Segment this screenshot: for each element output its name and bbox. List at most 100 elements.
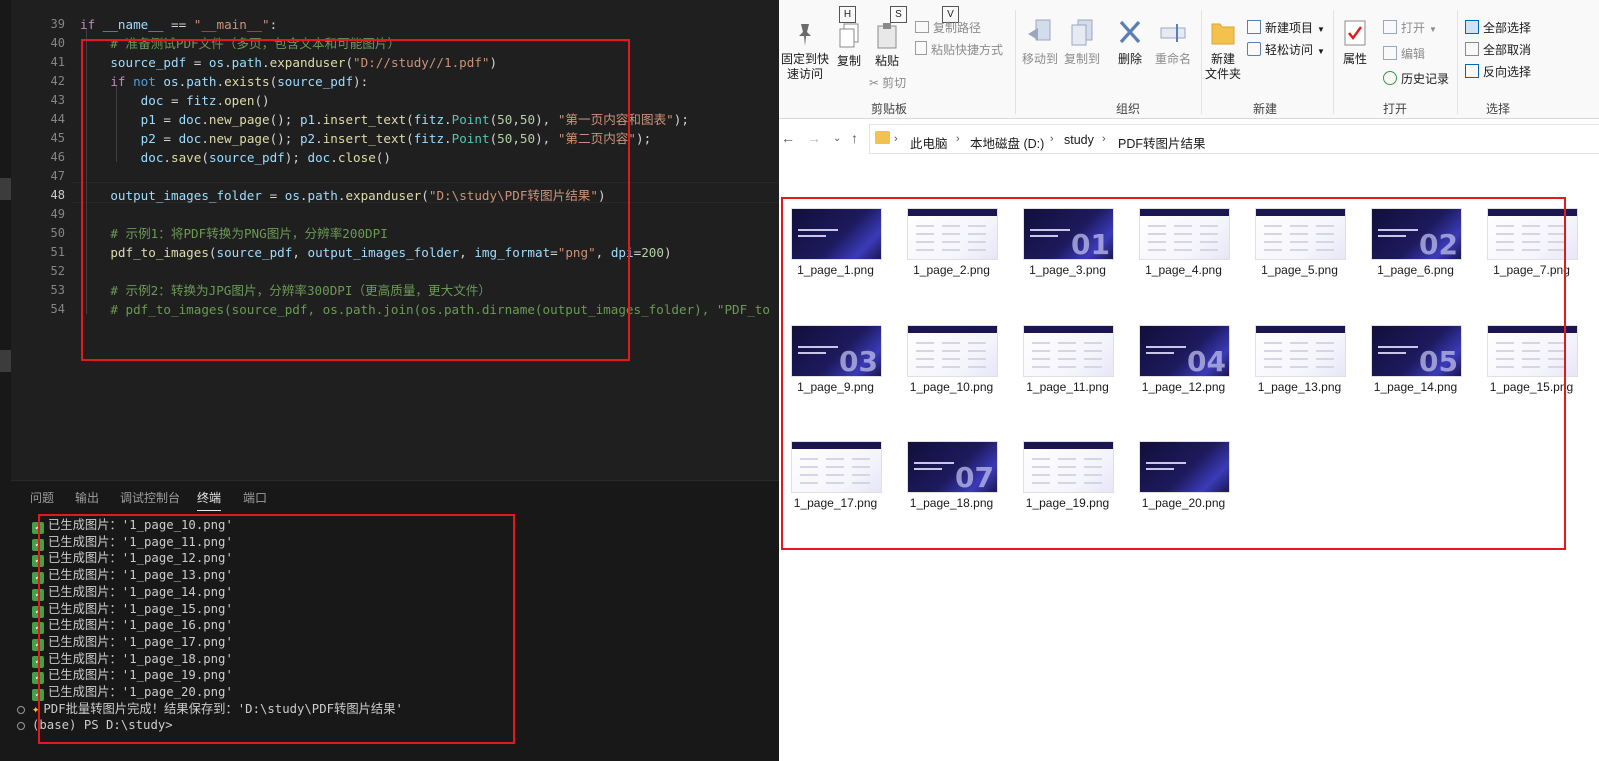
line-number: 53 xyxy=(50,283,65,297)
panel-tab[interactable]: 终端 xyxy=(197,489,222,511)
new-folder-button[interactable]: 新建 文件夹 xyxy=(1199,18,1247,82)
delete-button[interactable]: 删除 xyxy=(1111,18,1149,67)
move-to-icon xyxy=(1028,19,1051,41)
paste-shortcut-icon xyxy=(915,41,927,55)
recent-locations-chevron-icon[interactable]: ⌄ xyxy=(833,133,841,144)
dropdown-arrow-icon: ▼ xyxy=(1317,47,1325,56)
ribbon-separator xyxy=(1015,10,1016,114)
select-all-button[interactable]: 全部选择 xyxy=(1465,19,1531,36)
folder-icon xyxy=(1211,23,1235,45)
terminal-decoration-circle-icon xyxy=(17,705,25,714)
paste-shortcut-button[interactable]: 粘贴快捷方式 xyxy=(915,41,1003,58)
paste-button[interactable]: 粘贴 xyxy=(867,22,907,69)
select-all-icon xyxy=(1465,20,1479,34)
code-token: == xyxy=(163,17,194,32)
line-number: 52 xyxy=(50,264,65,278)
copy-to-button[interactable]: 复制到 xyxy=(1061,18,1103,67)
activity-marker xyxy=(0,178,11,200)
invert-selection-button[interactable]: 反向选择 xyxy=(1465,63,1531,80)
new-folder-label: 新建 文件夹 xyxy=(1204,52,1241,81)
code-token: 200 xyxy=(641,245,664,260)
code-token: if xyxy=(80,17,103,32)
cut-label: 剪切 xyxy=(882,76,907,90)
easy-access-button[interactable]: 轻松访问 ▼ xyxy=(1247,41,1325,58)
breadcrumb-this-pc[interactable]: 此电脑 xyxy=(910,133,948,152)
up-arrow-icon[interactable]: ↑ xyxy=(851,130,858,146)
address-bar: ← → ⌄ ↑ › 此电脑 › 本地磁盘 (D:) › study › PDF转… xyxy=(779,124,1599,154)
paste-shortcut-label: 粘贴快捷方式 xyxy=(931,43,1004,57)
highlight-box-code xyxy=(81,39,630,361)
edit-label: 编辑 xyxy=(1401,47,1426,61)
paste-icon xyxy=(877,23,897,49)
ribbon-toolbar: H S V 固定到快 速访问 复制 粘贴 复制路径 粘贴快捷方式 ✂ 剪切 剪贴板… xyxy=(779,0,1599,119)
line-number: 54 xyxy=(50,302,65,316)
copy-path-icon xyxy=(915,21,929,33)
line-number: 49 xyxy=(50,207,65,221)
open-label: 打开 xyxy=(1401,21,1426,35)
back-arrow-icon[interactable]: ← xyxy=(781,130,795,146)
new-item-icon xyxy=(1247,20,1261,34)
rename-label: 重命名 xyxy=(1154,52,1191,66)
paste-label: 粘贴 xyxy=(874,54,899,68)
line-number: 42 xyxy=(50,74,65,88)
open-button[interactable]: 打开 ▼ xyxy=(1383,19,1437,36)
easy-access-icon xyxy=(1247,42,1261,56)
copy-label: 复制 xyxy=(836,54,861,68)
history-icon xyxy=(1383,71,1397,85)
forward-arrow-icon[interactable]: → xyxy=(807,130,821,146)
code-token: ); xyxy=(635,131,652,146)
new-item-button[interactable]: 新建项目 ▼ xyxy=(1247,19,1325,36)
dropdown-arrow-icon: ▼ xyxy=(1429,25,1437,34)
edit-button[interactable]: 编辑 xyxy=(1383,45,1425,62)
copy-button[interactable]: 复制 xyxy=(829,22,869,69)
properties-button[interactable]: 属性 xyxy=(1335,18,1375,67)
terminal-decoration-circle-icon xyxy=(17,722,25,731)
select-none-icon xyxy=(1465,42,1479,56)
move-to-label: 移动到 xyxy=(1021,52,1058,66)
move-to-button[interactable]: 移动到 xyxy=(1019,18,1061,67)
code-token: ) xyxy=(663,245,672,260)
line-number: 48 xyxy=(50,188,65,202)
folder-icon xyxy=(875,131,890,144)
select-none-button[interactable]: 全部取消 xyxy=(1465,41,1531,58)
address-input[interactable]: › 此电脑 › 本地磁盘 (D:) › study › PDF转图片结果 xyxy=(869,124,1599,154)
select-all-label: 全部选择 xyxy=(1483,21,1532,35)
panel-tab[interactable]: 调试控制台 xyxy=(120,489,180,506)
panel-tab[interactable]: 输出 xyxy=(75,489,99,506)
scissors-icon: ✂ xyxy=(869,76,880,90)
line-number: 50 xyxy=(50,226,65,240)
history-button[interactable]: 历史记录 xyxy=(1383,70,1449,87)
code-token: __name__ xyxy=(102,17,164,32)
cut-button[interactable]: ✂ 剪切 xyxy=(869,74,906,91)
breadcrumb-drive[interactable]: 本地磁盘 (D:) xyxy=(970,133,1044,152)
code-line: if __name__ == "__main__": xyxy=(80,15,277,34)
pin-icon xyxy=(799,24,811,46)
invert-selection-label: 反向选择 xyxy=(1483,65,1532,79)
highlight-box-files xyxy=(781,197,1566,550)
activity-marker xyxy=(0,350,11,372)
clipboard-group-label: 剪贴板 xyxy=(871,102,908,116)
line-number: 45 xyxy=(50,131,65,145)
organize-group-label: 组织 xyxy=(1116,102,1141,116)
properties-label: 属性 xyxy=(1342,52,1367,66)
breadcrumb-separator-icon: › xyxy=(1050,133,1054,145)
vscode-window: 39 40 41 42 43 44 45 46 47 48 49 50 51 52 53 54 if __na… xyxy=(0,0,779,761)
breadcrumb-separator-icon: › xyxy=(894,133,898,145)
copy-path-button[interactable]: 复制路径 xyxy=(915,19,981,36)
breadcrumb-current-folder[interactable]: PDF转图片结果 xyxy=(1118,133,1206,152)
keytip-h: H xyxy=(839,6,856,23)
panel-tab[interactable]: 端口 xyxy=(243,489,267,506)
rename-button[interactable]: 重命名 xyxy=(1151,18,1195,67)
invert-selection-icon xyxy=(1465,64,1479,78)
panel-tab[interactable]: 问题 xyxy=(30,489,54,506)
keytip-s: S xyxy=(890,6,907,23)
history-label: 历史记录 xyxy=(1401,72,1450,86)
new-group-label: 新建 xyxy=(1253,102,1278,116)
line-number: 46 xyxy=(50,150,65,164)
properties-icon xyxy=(1344,20,1366,46)
copy-icon xyxy=(839,23,859,48)
line-number: 41 xyxy=(50,55,65,69)
highlight-box-terminal xyxy=(38,514,515,744)
open-group-label: 打开 xyxy=(1383,102,1408,116)
breadcrumb-study[interactable]: study xyxy=(1064,133,1094,147)
